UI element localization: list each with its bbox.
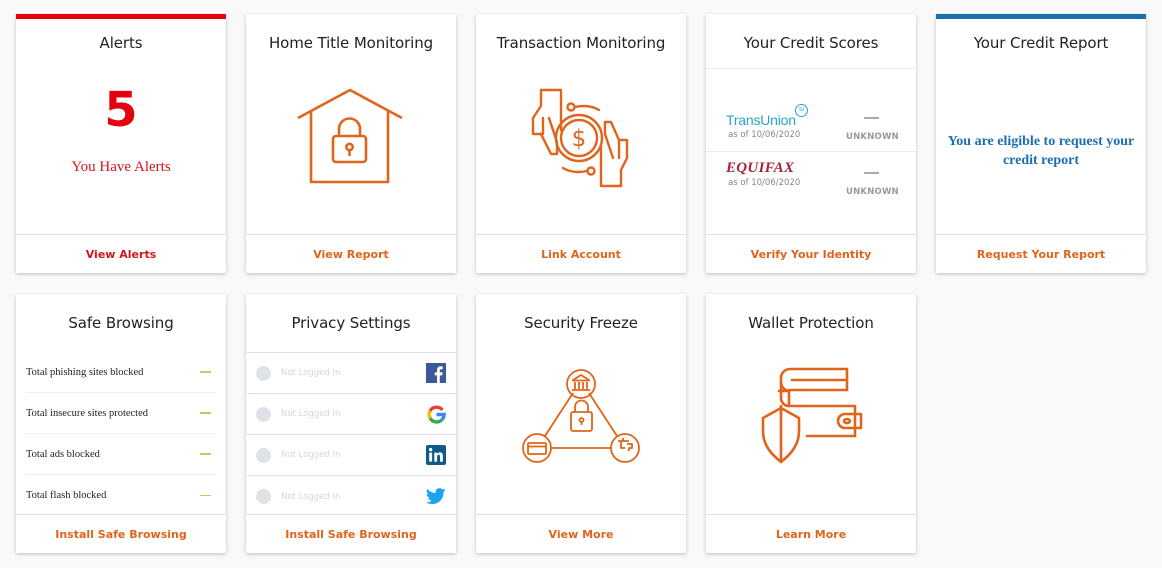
home-title-monitoring-card: Home Title Monitoring View Report [246, 14, 456, 273]
link-account-link[interactable]: Link Account [476, 234, 686, 273]
credit-report-card: Your Credit Report You are eligible to r… [936, 14, 1146, 273]
score-value-empty [864, 117, 879, 119]
card-title: Your Credit Scores [743, 34, 879, 52]
stat-row: Total flash blocked [26, 475, 216, 516]
verify-identity-link[interactable]: Verify Your Identity [706, 234, 916, 273]
alerts-card: Alerts 5 You Have Alerts View Alerts [16, 14, 226, 273]
request-report-link[interactable]: Request Your Report [936, 234, 1146, 273]
stat-value-empty [200, 412, 211, 414]
stat-label: Total insecure sites protected [26, 407, 149, 419]
score-status: UNKNOWN [846, 132, 899, 142]
transunion-score-row: TransUnion tu as of 10/06/2020 UNKNOWN [706, 98, 916, 152]
account-row-linkedin[interactable]: Not Logged In [246, 435, 456, 476]
bureau-name: TransUnion [726, 112, 796, 128]
install-safe-browsing-link[interactable]: Install Safe Browsing [246, 514, 456, 553]
google-icon [426, 404, 446, 424]
stat-row: Total ads blocked [26, 434, 216, 475]
stat-value-empty [200, 494, 211, 497]
alerts-accent-bar [16, 14, 226, 19]
hands-coin-icon: $ [476, 88, 686, 188]
view-report-link[interactable]: View Report [246, 234, 456, 273]
stat-value-empty [200, 453, 211, 455]
as-of-date: as of 10/06/2020 [728, 178, 801, 188]
account-row-facebook[interactable]: Not Logged In [246, 353, 456, 394]
account-row-twitter[interactable]: Not Logged In [246, 476, 456, 517]
security-freeze-network-icon [476, 368, 686, 464]
facebook-icon [426, 363, 446, 383]
status-dot [256, 489, 271, 504]
equifax-score-row: EQUIFAX as of 10/06/2020 UNKNOWN [706, 152, 916, 206]
social-accounts-list: Not Logged In Not Logged In Not Logged I… [246, 352, 456, 517]
view-more-link[interactable]: View More [476, 514, 686, 553]
security-freeze-card: Security Freeze View More [476, 294, 686, 553]
card-title: Alerts [99, 34, 143, 52]
status-dot [256, 447, 271, 463]
login-status: Not Logged In [281, 368, 341, 378]
score-value-empty [864, 172, 879, 174]
stat-row: Total insecure sites protected [26, 393, 216, 434]
stat-row: Total phishing sites blocked [26, 352, 216, 393]
status-dot [256, 365, 271, 381]
twitter-icon [426, 487, 446, 507]
house-lock-icon [246, 86, 456, 186]
learn-more-link[interactable]: Learn More [706, 514, 916, 553]
login-status: Not Logged In [281, 450, 341, 460]
card-title: Security Freeze [524, 314, 638, 332]
eligibility-message: You are eligible to request your credit … [947, 134, 1135, 168]
privacy-settings-card: Privacy Settings Not Logged In Not Logge… [246, 294, 456, 553]
wallet-protection-card: Wallet Protection Learn More [706, 294, 916, 553]
card-title: Wallet Protection [748, 314, 874, 332]
as-of-date: as of 10/06/2020 [728, 130, 801, 140]
credit-report-accent-bar [936, 14, 1146, 19]
login-status: Not Logged In [281, 491, 341, 502]
card-title: Safe Browsing [68, 314, 174, 332]
linkedin-icon [426, 445, 446, 465]
wallet-shield-icon [706, 366, 916, 464]
install-safe-browsing-link[interactable]: Install Safe Browsing [16, 514, 226, 553]
card-title: Transaction Monitoring [496, 34, 666, 52]
stat-label: Total ads blocked [26, 448, 100, 460]
credit-scores-card: Your Credit Scores TransUnion tu as of 1… [706, 14, 916, 273]
alert-message: You Have Alerts [71, 159, 171, 175]
stat-label: Total flash blocked [26, 490, 107, 501]
card-title: Your Credit Report [973, 34, 1109, 52]
safe-browsing-card: Safe Browsing Total phishing sites block… [16, 294, 226, 553]
transunion-badge-icon: tu [795, 104, 808, 117]
equifax-logo: EQUIFAX [726, 160, 795, 176]
stat-value-empty [200, 371, 211, 373]
score-status: UNKNOWN [846, 187, 899, 197]
login-status: Not Logged In [281, 409, 341, 419]
divider [706, 68, 916, 69]
view-alerts-link[interactable]: View Alerts [16, 234, 226, 273]
safe-browsing-stats: Total phishing sites blocked Total insec… [26, 352, 216, 516]
transaction-monitoring-card: Transaction Monitoring $ Link Account [476, 14, 686, 273]
card-title: Privacy Settings [291, 314, 411, 332]
status-dot [256, 406, 271, 422]
alert-count: 5 [104, 82, 138, 138]
account-row-google[interactable]: Not Logged In [246, 394, 456, 435]
svg-text:$: $ [572, 126, 587, 152]
stat-label: Total phishing sites blocked [26, 366, 144, 378]
transunion-logo: TransUnion tu [726, 104, 808, 128]
card-title: Home Title Monitoring [268, 34, 434, 52]
